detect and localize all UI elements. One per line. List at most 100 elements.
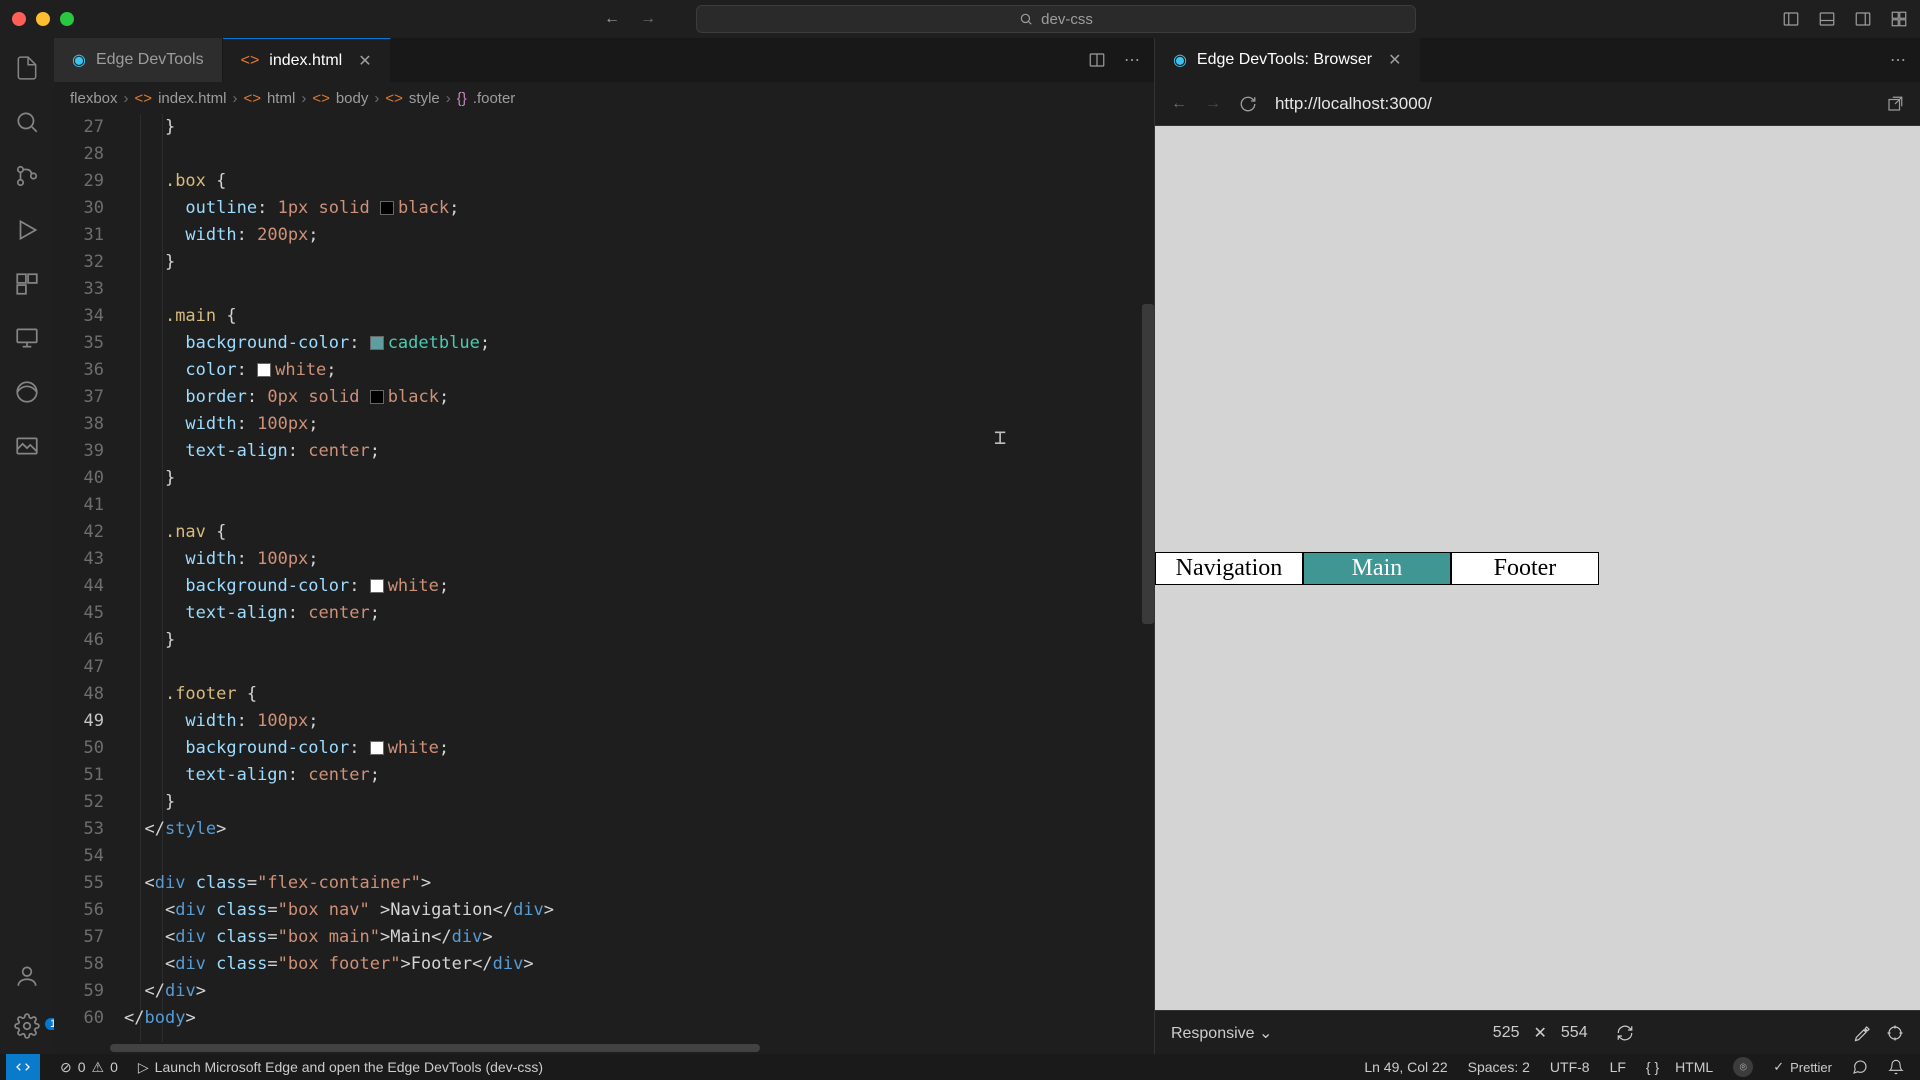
code-line[interactable]: 33 <box>54 276 1154 303</box>
code-line[interactable]: 47 <box>54 654 1154 681</box>
rotate-icon[interactable] <box>1616 1024 1634 1042</box>
account-icon[interactable] <box>13 962 41 990</box>
layout-panel-right-icon[interactable] <box>1854 10 1872 28</box>
problems-status[interactable]: ⊘0 ⚠0 <box>50 1059 128 1076</box>
code-line[interactable]: 60</body> <box>54 1005 1154 1032</box>
code-line[interactable]: 46 } <box>54 627 1154 654</box>
device-mode-select[interactable]: Responsive ⌄ <box>1171 1023 1272 1043</box>
breadcrumb-item[interactable]: html <box>267 90 295 107</box>
layout-panel-bottom-icon[interactable] <box>1818 10 1836 28</box>
code-line[interactable]: 45 text-align: center; <box>54 600 1154 627</box>
reload-icon[interactable] <box>1239 95 1257 113</box>
tab-devtools[interactable]: ◉ Edge DevTools <box>54 38 223 82</box>
breadcrumb-item[interactable]: index.html <box>158 90 226 107</box>
code-line[interactable]: 37 border: 0px solid black; <box>54 384 1154 411</box>
code-line[interactable]: 30 outline: 1px solid black; <box>54 195 1154 222</box>
code-line[interactable]: 29 .box { <box>54 168 1154 195</box>
tab-browser[interactable]: ◉ Edge DevTools: Browser ✕ <box>1155 38 1421 82</box>
layout-customize-icon[interactable] <box>1890 10 1908 28</box>
code-line[interactable]: 56 <div class="box nav" >Navigation</div… <box>54 897 1154 924</box>
more-icon[interactable]: ⋯ <box>1124 50 1140 70</box>
code-line[interactable]: 32 } <box>54 249 1154 276</box>
feedback-icon[interactable] <box>1842 1057 1878 1077</box>
code-line[interactable]: 53 </style> <box>54 816 1154 843</box>
run-debug-icon[interactable] <box>13 216 41 244</box>
browser-back-icon[interactable]: ← <box>1171 95 1187 113</box>
edge-devtools-icon[interactable] <box>13 378 41 406</box>
search-icon[interactable] <box>13 108 41 136</box>
code-line[interactable]: 31 width: 200px; <box>54 222 1154 249</box>
code-line[interactable]: 57 <div class="box main">Main</div> <box>54 924 1154 951</box>
tab-indexhtml[interactable]: <> index.html ✕ <box>223 38 391 82</box>
breadcrumb-item[interactable]: .footer <box>473 90 516 107</box>
extensions-icon[interactable] <box>13 270 41 298</box>
remote-explorer-icon[interactable] <box>13 324 41 352</box>
breadcrumb-item[interactable]: style <box>409 90 440 107</box>
code-line[interactable]: 49 width: 100px; <box>54 708 1154 735</box>
notifications-icon[interactable] <box>1878 1057 1914 1077</box>
command-center-text: dev-css <box>1041 11 1093 28</box>
code-line[interactable]: 28 <box>54 141 1154 168</box>
preview-viewport[interactable]: Navigation Main Footer <box>1155 126 1920 1010</box>
code-line[interactable]: 59 </div> <box>54 978 1154 1005</box>
error-icon: ⊘ <box>60 1059 72 1076</box>
cursor-position[interactable]: Ln 49, Col 22 <box>1354 1057 1457 1077</box>
code-line[interactable]: 48 .footer { <box>54 681 1154 708</box>
inspect-icon[interactable] <box>1886 1024 1904 1042</box>
address-bar[interactable]: http://localhost:3000/ <box>1275 94 1868 114</box>
code-line[interactable]: 52 } <box>54 789 1154 816</box>
prettier-status[interactable]: ✓ Prettier <box>1763 1057 1842 1077</box>
maximize-window-icon[interactable] <box>60 12 74 26</box>
viewport-height[interactable]: 554 <box>1561 1024 1588 1042</box>
breadcrumb-item[interactable]: body <box>336 90 369 107</box>
close-window-icon[interactable] <box>12 12 26 26</box>
code-line[interactable]: 58 <div class="box footer">Footer</div> <box>54 951 1154 978</box>
code-line[interactable]: 38 width: 100px; <box>54 411 1154 438</box>
breadcrumbs[interactable]: flexbox› <>index.html› <>html› <>body› <… <box>54 82 1154 114</box>
code-line[interactable]: 36 color: white; <box>54 357 1154 384</box>
viewport-width[interactable]: 525 <box>1493 1024 1520 1042</box>
code-line[interactable]: 43 width: 100px; <box>54 546 1154 573</box>
close-icon[interactable]: ✕ <box>1388 50 1401 70</box>
minimize-window-icon[interactable] <box>36 12 50 26</box>
language-status[interactable]: { } HTML <box>1636 1057 1723 1077</box>
tab-label: Edge DevTools: Browser <box>1197 51 1372 69</box>
source-control-icon[interactable] <box>13 162 41 190</box>
code-line[interactable]: 40 } <box>54 465 1154 492</box>
horizontal-scrollbar[interactable] <box>54 1042 1154 1054</box>
status-bar: ⊘0 ⚠0 ▷ Launch Microsoft Edge and open t… <box>0 1054 1920 1080</box>
code-line[interactable]: 50 background-color: white; <box>54 735 1154 762</box>
history-nav: ← → <box>604 10 656 28</box>
code-editor[interactable]: 27 }2829 .box {30 outline: 1px solid bla… <box>54 114 1154 1042</box>
remote-indicator[interactable] <box>6 1054 40 1080</box>
layout-panel-left-icon[interactable] <box>1782 10 1800 28</box>
more-icon[interactable]: ⋯ <box>1890 50 1906 70</box>
code-line[interactable]: 44 background-color: white; <box>54 573 1154 600</box>
code-line[interactable]: 34 .main { <box>54 303 1154 330</box>
back-icon[interactable]: ← <box>604 10 620 28</box>
encoding-status[interactable]: UTF-8 <box>1540 1057 1600 1077</box>
command-center[interactable]: dev-css <box>696 5 1416 33</box>
eol-status[interactable]: LF <box>1600 1057 1636 1077</box>
open-external-icon[interactable] <box>1886 95 1904 113</box>
code-line[interactable]: 27 } <box>54 114 1154 141</box>
split-editor-icon[interactable] <box>1088 51 1106 69</box>
code-line[interactable]: 51 text-align: center; <box>54 762 1154 789</box>
eyedropper-icon[interactable] <box>1854 1024 1872 1042</box>
settings-icon[interactable]: 1 <box>13 1012 41 1040</box>
code-line[interactable]: 42 .nav { <box>54 519 1154 546</box>
code-line[interactable]: 39 text-align: center; <box>54 438 1154 465</box>
breadcrumb-item[interactable]: flexbox <box>70 90 118 107</box>
copilot-icon[interactable]: ⌾ <box>1723 1057 1763 1077</box>
scrollbar-thumb[interactable] <box>1142 304 1154 624</box>
code-line[interactable]: 54 <box>54 843 1154 870</box>
code-line[interactable]: 35 background-color: cadetblue; <box>54 330 1154 357</box>
indent-status[interactable]: Spaces: 2 <box>1458 1057 1540 1077</box>
screenshot-icon[interactable] <box>13 432 41 460</box>
code-line[interactable]: 41 <box>54 492 1154 519</box>
launch-task[interactable]: ▷ Launch Microsoft Edge and open the Edg… <box>128 1059 553 1076</box>
code-line[interactable]: 55 <div class="flex-container"> <box>54 870 1154 897</box>
forward-icon: → <box>640 10 656 28</box>
explorer-icon[interactable] <box>13 54 41 82</box>
close-icon[interactable]: ✕ <box>358 51 371 71</box>
